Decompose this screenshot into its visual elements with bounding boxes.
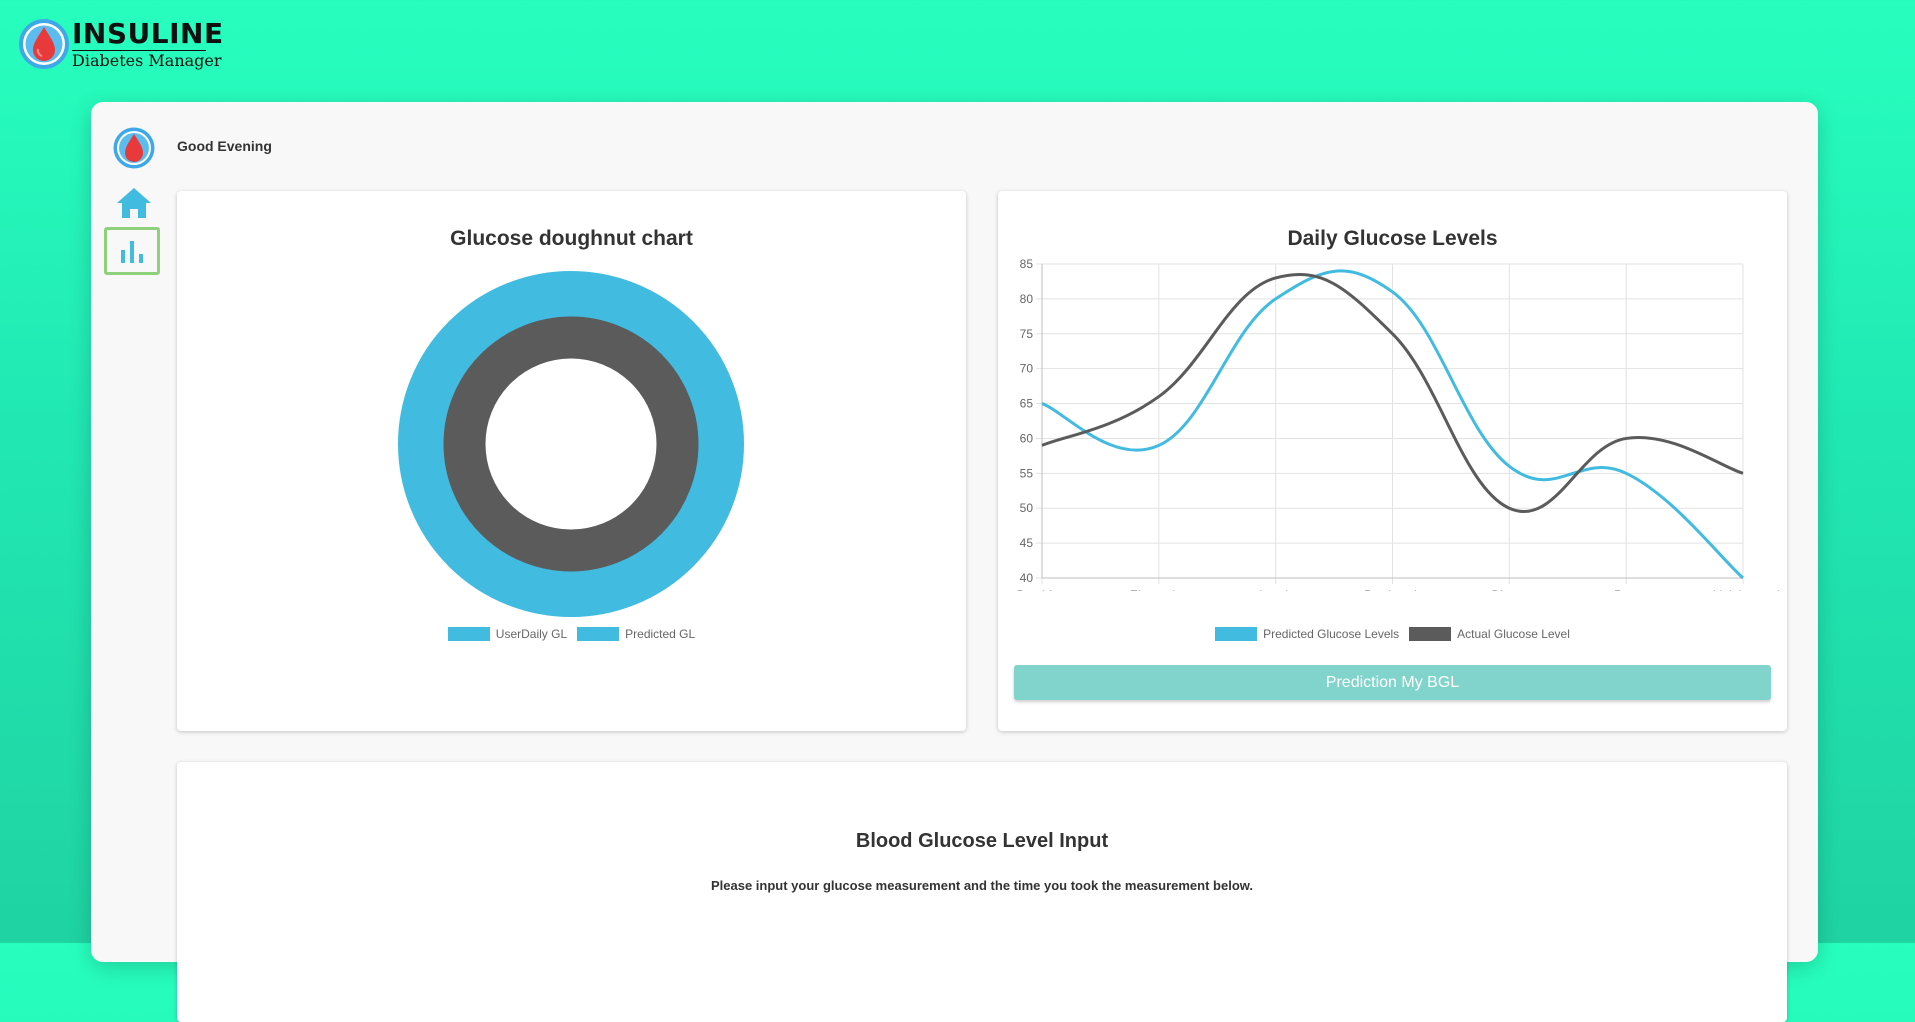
y-tick-label: 55 xyxy=(1020,466,1034,480)
x-tick-label: Elevensies xyxy=(1130,588,1188,591)
y-tick-label: 60 xyxy=(1020,431,1034,445)
brand: INSULINE Diabetes Manager xyxy=(18,18,224,70)
legend-label: Actual Glucose Level xyxy=(1457,627,1570,641)
y-tick-label: 75 xyxy=(1020,327,1034,341)
blood-drop-icon xyxy=(19,19,69,69)
home-icon[interactable] xyxy=(115,186,153,220)
x-tick-label: midnight snack xyxy=(1703,588,1784,591)
line-chart-card: Daily Glucose Levels 40 45 50 55 60 65 70 75 80 8… xyxy=(998,191,1787,731)
x-tick-label: Breakfast xyxy=(1017,588,1068,591)
x-tick-label: Lunch xyxy=(1259,588,1292,591)
input-section-title: Blood Glucose Level Input xyxy=(855,830,1109,852)
legend-item-predicted[interactable]: Predicted Glucose Levels xyxy=(1215,627,1399,641)
x-tick-label: PostLunch xyxy=(1364,588,1421,591)
y-tick-label: 45 xyxy=(1020,536,1034,550)
legend-item-actual[interactable]: Actual Glucose Level xyxy=(1409,627,1570,641)
legend-swatch xyxy=(577,627,620,641)
legend-label: UserDaily GL xyxy=(495,627,568,641)
brand-subtitle: Diabetes Manager xyxy=(72,50,222,70)
legend-swatch xyxy=(1409,627,1452,641)
doughnut-legend: UserDaily GL Predicted GL xyxy=(177,627,966,641)
bar-chart-icon xyxy=(121,241,143,263)
x-tick-label: Dinner xyxy=(1492,588,1527,591)
line-chart-legend: Predicted Glucose Levels Actual Glucose … xyxy=(998,627,1787,641)
x-tick-label: Post xyxy=(1614,588,1639,591)
doughnut-ring-predicted-gl[interactable] xyxy=(443,316,699,572)
legend-item-userdaily-gl[interactable]: UserDaily GL xyxy=(447,627,568,641)
legend-swatch xyxy=(447,627,490,641)
legend-label: Predicted GL xyxy=(625,627,696,641)
input-section-subtitle: Please input your glucose measurement an… xyxy=(710,878,1254,893)
greeting-text: Good Evening xyxy=(177,138,272,154)
y-tick-label: 80 xyxy=(1020,292,1034,306)
y-tick-label: 50 xyxy=(1020,501,1034,515)
user-avatar-drop-icon[interactable] xyxy=(113,127,155,169)
prediction-button[interactable]: Prediction My BGL xyxy=(1014,665,1771,700)
y-tick-label: 70 xyxy=(1020,362,1034,376)
y-tick-label: 40 xyxy=(1020,571,1034,585)
doughnut-chart-card: Glucose doughnut chart UserDaily GL Pred… xyxy=(177,191,966,731)
doughnut-chart xyxy=(398,271,744,617)
line-chart: 40 45 50 55 60 65 70 75 80 85 Breakfast Elevensies L… xyxy=(1017,257,1784,591)
y-tick-label: 85 xyxy=(1020,257,1034,271)
legend-item-predicted-gl[interactable]: Predicted GL xyxy=(577,627,695,641)
y-tick-label: 65 xyxy=(1020,397,1034,411)
nav-chart-button[interactable] xyxy=(104,227,160,275)
brand-title: INSULINE xyxy=(72,16,224,50)
legend-swatch xyxy=(1215,627,1258,641)
glucose-input-card: Blood Glucose Level Input Please input y… xyxy=(177,762,1787,1022)
dashboard-panel: Good Evening Glucose doughnut chart User… xyxy=(91,102,1818,1022)
legend-label: Predicted Glucose Levels xyxy=(1263,627,1400,641)
